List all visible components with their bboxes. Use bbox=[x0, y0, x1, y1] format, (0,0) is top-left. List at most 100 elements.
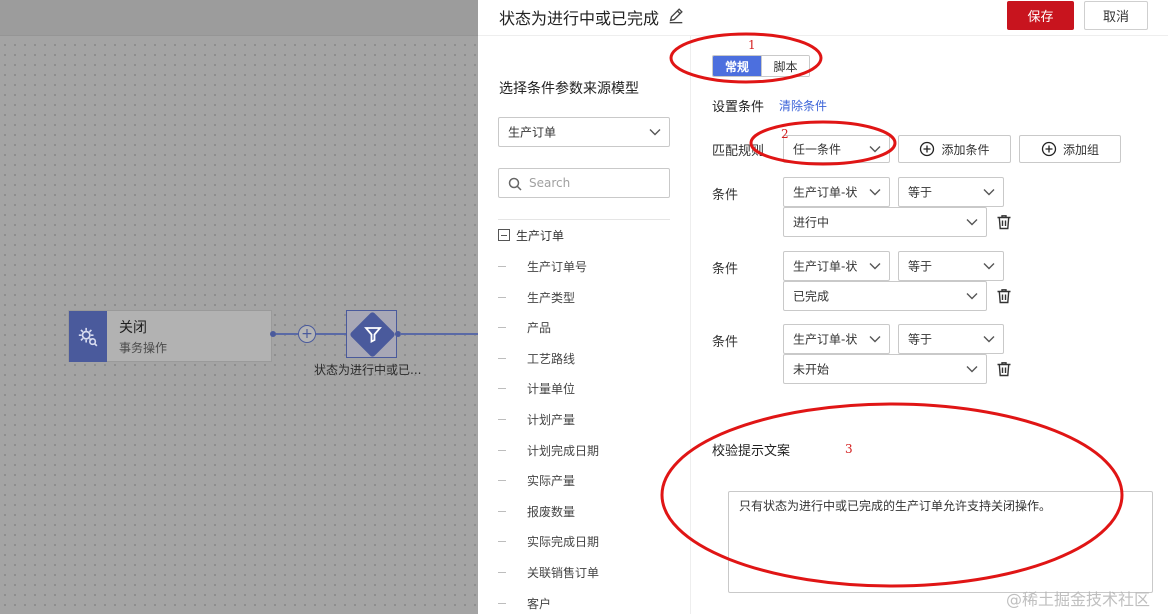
workflow-canvas[interactable] bbox=[0, 0, 478, 614]
annotation-number: 2 bbox=[781, 127, 789, 141]
message-title: 校验提示文案 bbox=[712, 444, 791, 459]
save-button[interactable]: 保存 bbox=[1007, 1, 1074, 30]
condition-value: 未开始 bbox=[793, 362, 830, 377]
chevron-down-icon bbox=[869, 262, 881, 269]
tree-item-label: 产品 bbox=[527, 321, 552, 336]
tree-root[interactable]: 生产订单 bbox=[498, 226, 564, 244]
condition-value: 进行中 bbox=[793, 215, 830, 230]
annotation-number: 1 bbox=[748, 38, 756, 52]
gear-search-icon bbox=[69, 311, 107, 362]
model-select[interactable]: 生产订单 bbox=[498, 117, 670, 147]
condition-operator-select[interactable]: 等于 bbox=[898, 324, 1004, 354]
tree-connector bbox=[498, 602, 506, 604]
workflow-node-condition[interactable] bbox=[346, 310, 397, 358]
tree-item-label: 工艺路线 bbox=[527, 351, 576, 366]
divider bbox=[498, 219, 670, 220]
condition-field-value: 生产订单-状 bbox=[793, 332, 858, 347]
tree-item-label: 计划产量 bbox=[527, 413, 576, 427]
tree-connector bbox=[498, 480, 506, 482]
condition-field-select[interactable]: 生产订单-状 bbox=[783, 177, 890, 207]
tree-item-label: 关联销售订单 bbox=[527, 566, 600, 580]
add-node-button[interactable]: + bbox=[298, 325, 316, 343]
page-title: 状态为进行中或已完成 bbox=[499, 9, 660, 28]
node-subtitle: 事务操作 bbox=[119, 341, 168, 355]
workflow-edge bbox=[276, 333, 298, 335]
condition-field-value: 生产订单-状 bbox=[793, 259, 858, 273]
model-panel-title: 选择条件参数来源模型 bbox=[499, 81, 639, 97]
condition-label: 条件 bbox=[712, 261, 739, 277]
condition-value: 已完成 bbox=[793, 289, 830, 303]
condition-operator-value: 等于 bbox=[908, 185, 933, 200]
watermark: @稀土掘金技术社区 bbox=[1005, 590, 1150, 609]
condition-operator-select[interactable]: 等于 bbox=[898, 177, 1004, 207]
add-group-button[interactable]: 添加组 bbox=[1019, 135, 1121, 163]
condition-field-value: 生产订单-状 bbox=[793, 185, 858, 200]
tree-item-label: 实际完成日期 bbox=[527, 535, 600, 550]
trash-icon[interactable] bbox=[995, 360, 1013, 378]
conditions-title: 设置条件 bbox=[712, 100, 765, 115]
tree-connector bbox=[498, 510, 506, 512]
tree-connector bbox=[498, 449, 506, 451]
pencil-icon[interactable] bbox=[667, 6, 685, 24]
condition-label: 条件 bbox=[712, 335, 739, 350]
condition-value-select[interactable]: 未开始 bbox=[783, 354, 987, 384]
chevron-down-icon bbox=[966, 366, 978, 373]
plus-circle-icon bbox=[1041, 141, 1057, 157]
chevron-down-icon bbox=[869, 189, 881, 196]
condition-operator-select[interactable]: 等于 bbox=[898, 250, 1004, 281]
canvas-toolbar bbox=[0, 0, 478, 36]
chevron-down-icon bbox=[983, 189, 995, 196]
add-condition-button[interactable]: 添加条件 bbox=[898, 135, 1011, 163]
plus-circle-icon bbox=[920, 141, 935, 157]
tree-connector bbox=[498, 296, 506, 298]
tree-item-label: 计划完成日期 bbox=[527, 443, 600, 458]
tree-connector bbox=[498, 357, 506, 359]
clear-conditions-link[interactable]: 清除条件 bbox=[779, 97, 827, 114]
match-rule-select[interactable]: 任一条件 bbox=[783, 135, 890, 163]
model-select-value: 生产订单 bbox=[508, 125, 557, 140]
plus-icon: + bbox=[301, 326, 313, 342]
add-condition-label: 添加条件 bbox=[941, 142, 990, 157]
message-textarea[interactable]: 只有状态为进行中或已完成的生产订单允许支持关闭操作。 bbox=[728, 491, 1153, 593]
chevron-down-icon bbox=[869, 336, 881, 343]
tree-connector bbox=[498, 572, 506, 573]
tree-item-label: 生产类型 bbox=[527, 290, 576, 305]
condition-operator-value: 等于 bbox=[908, 259, 933, 273]
tree-item-label: 实际产量 bbox=[527, 474, 576, 489]
condition-value-select[interactable]: 进行中 bbox=[783, 207, 987, 237]
tree-item-label: 计量单位 bbox=[527, 382, 576, 397]
workflow-edge bbox=[400, 333, 478, 335]
trash-icon[interactable] bbox=[995, 287, 1013, 305]
tree-connector bbox=[498, 266, 506, 267]
tree-item-label: 报废数量 bbox=[527, 504, 576, 519]
tree-connector bbox=[498, 327, 506, 329]
tree-item-label: 生产订单号 bbox=[527, 260, 588, 274]
tab-script[interactable]: 脚本 bbox=[761, 56, 809, 76]
match-rule-label: 匹配规则 bbox=[712, 144, 765, 159]
condition-operator-value: 等于 bbox=[908, 332, 933, 347]
tree-connector bbox=[498, 541, 506, 543]
tree-connector bbox=[498, 419, 506, 420]
search-icon bbox=[508, 177, 522, 191]
chevron-down-icon bbox=[983, 336, 995, 343]
mode-tabs: 常规 脚本 bbox=[712, 55, 810, 77]
funnel-icon bbox=[364, 327, 382, 343]
trash-icon[interactable] bbox=[995, 213, 1013, 231]
chevron-down-icon bbox=[649, 129, 661, 136]
chevron-down-icon bbox=[966, 292, 978, 299]
tab-general[interactable]: 常规 bbox=[713, 56, 761, 76]
condition-field-select[interactable]: 生产订单-状 bbox=[783, 324, 890, 354]
workflow-edge bbox=[316, 333, 346, 335]
workflow-node-close[interactable]: 关闭 事务操作 bbox=[68, 310, 272, 362]
field-search[interactable] bbox=[498, 168, 670, 198]
add-group-label: 添加组 bbox=[1062, 142, 1099, 157]
condition-value-select[interactable]: 已完成 bbox=[783, 280, 987, 311]
condition-field-select[interactable]: 生产订单-状 bbox=[783, 250, 890, 281]
search-input[interactable] bbox=[529, 174, 659, 192]
node-title: 关闭 bbox=[119, 320, 147, 336]
tree-root-label: 生产订单 bbox=[516, 228, 565, 243]
match-rule-value: 任一条件 bbox=[793, 142, 842, 157]
cancel-button[interactable]: 取消 bbox=[1084, 1, 1148, 30]
collapse-icon[interactable] bbox=[498, 229, 510, 241]
tree-item-label: 客户 bbox=[527, 596, 552, 611]
